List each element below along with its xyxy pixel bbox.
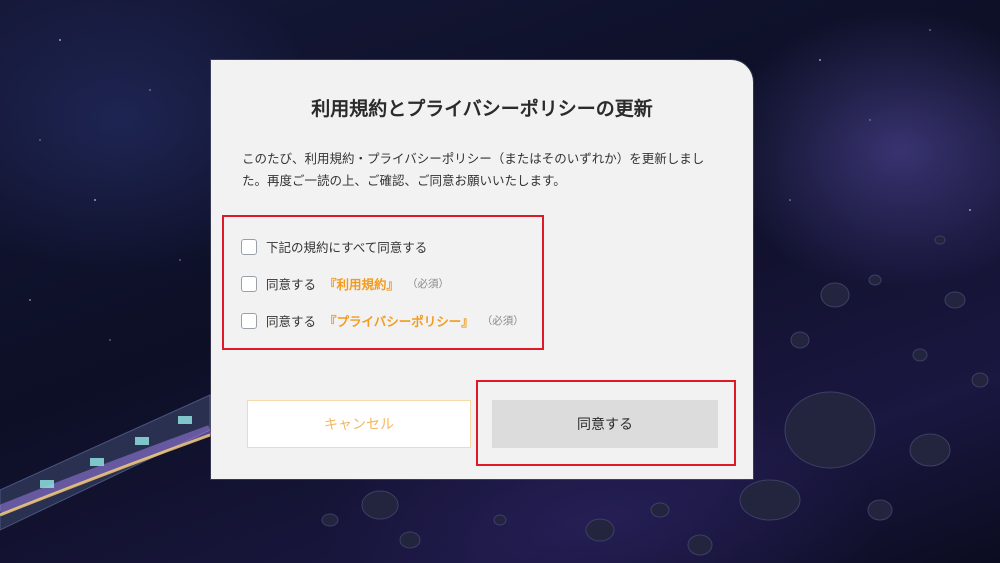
checklist-highlight-box: [222, 215, 544, 350]
dialog-description: このたび、利用規約・プライバシーポリシー（またはそのいずれか）を更新しました。再…: [242, 151, 705, 188]
cancel-button[interactable]: キャンセル: [247, 400, 471, 448]
agree-button-highlight-box: [476, 380, 736, 466]
dialog-title: 利用規約とプライバシーポリシーの更新: [311, 98, 653, 120]
